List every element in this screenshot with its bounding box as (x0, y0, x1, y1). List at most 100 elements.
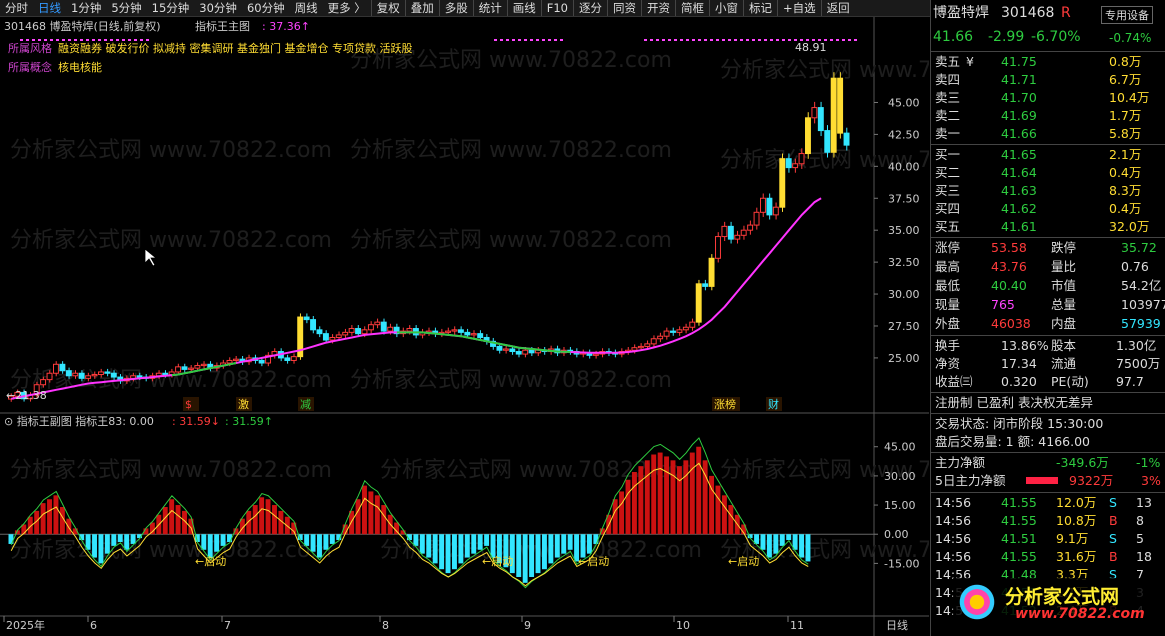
sub-bar-73 (477, 534, 483, 550)
toolbar-21[interactable]: +自选 (776, 0, 821, 16)
stat2-row-2-c1: 0.320 (1001, 374, 1037, 389)
toolbar-15[interactable]: 逐分 (572, 0, 607, 16)
sub-bar-96 (625, 479, 631, 535)
panel-sep (931, 413, 1165, 414)
ask-row-2-c0: 卖三 (935, 90, 961, 105)
candle-106 (689, 321, 696, 328)
ask-row-0-c1: ¥ (966, 54, 974, 69)
toolbar-14[interactable]: F10 (540, 0, 573, 16)
stat-row-0-c1: 53.58 (991, 240, 1027, 255)
candle-48 (316, 329, 323, 335)
toolbar-10[interactable]: 叠加 (404, 0, 439, 16)
xlabel-3: 8 (382, 619, 389, 632)
panel-sep (931, 492, 1165, 493)
price-row-c0: 41.66 (933, 29, 974, 45)
candle-77 (502, 348, 509, 351)
candle-101 (657, 335, 664, 340)
dot-row-782 (782, 39, 785, 41)
candle-24 (162, 372, 169, 376)
candle-34 (226, 359, 233, 364)
toolbar-11[interactable]: 多股 (438, 0, 473, 16)
toolbar-6[interactable]: 60分钟 (242, 0, 290, 16)
sub-bar-80 (522, 534, 528, 583)
stat-row-4: 外盘 46038 内盘 57939 (931, 315, 1165, 333)
stat2-row-1: 净资 17.34 流通 7500万 (931, 355, 1165, 373)
ask-row-3-c2: 41.69 (1001, 108, 1037, 123)
toolbar-2[interactable]: 1分钟 (66, 0, 106, 16)
candle-62 (406, 328, 413, 332)
sub-bar-101 (657, 452, 663, 535)
stat2-row-0-c2: 股本 (1051, 338, 1077, 353)
toolbar-1[interactable]: 日线 (33, 0, 66, 16)
toolbar-20[interactable]: 标记 (742, 0, 777, 16)
sub-bar-69 (451, 534, 457, 570)
marker-3: 涨榜 (714, 397, 736, 411)
bid-row-1-c0: 买二 (935, 165, 961, 180)
ylabel-5: 32.50 (888, 256, 920, 269)
toolbar-7[interactable]: 周线 (290, 0, 323, 16)
toolbar-19[interactable]: 小窗 (708, 0, 743, 16)
dot-row-740 (740, 39, 743, 41)
watermark-12: 分析家公式网 www.70822.com (10, 538, 332, 563)
toolbar-12[interactable]: 统计 (472, 0, 507, 16)
trade-status: 交易状态: 闭市阶段 15:30:00 (931, 415, 1165, 433)
stat2-row-1-c1: 17.34 (1001, 356, 1037, 371)
sub-bar-38 (252, 505, 258, 535)
toolbar-9[interactable]: 复权 (370, 0, 405, 16)
candle-10 (72, 372, 79, 377)
sub-bar-17 (117, 534, 123, 542)
toolbar-22[interactable]: 返回 (820, 0, 855, 16)
candle-30 (200, 363, 207, 367)
start-label-1: ←启动 (482, 555, 513, 568)
toolbar-17[interactable]: 开资 (640, 0, 675, 16)
toolbar-5[interactable]: 30分钟 (194, 0, 242, 16)
dot-row-524 (524, 39, 527, 41)
sub-ylabel-4: -15.00 (884, 557, 919, 570)
dot-row-56 (56, 39, 59, 41)
dot-row-530 (530, 39, 533, 41)
toolbar-3[interactable]: 5分钟 (106, 0, 146, 16)
sub-bar-100 (651, 454, 657, 535)
chart-canvas: 分析家公式网 www.70822.com 分析家公式网 www.70822.com… (0, 17, 929, 636)
xaxis-right: 日线 (886, 618, 908, 632)
tick-row-2-c4: 5 (1136, 531, 1144, 546)
toolbar-8[interactable]: 更多 〉 (323, 0, 371, 16)
sub-bar-118 (766, 534, 772, 558)
bid-row-2: 买三 41.63 8.3万 (931, 182, 1165, 200)
tick-row-3-c2: 31.6万 (1056, 549, 1097, 564)
candle-68 (445, 330, 451, 333)
dot-row-746 (746, 39, 749, 41)
tick-row-1-c0: 14:56 (935, 513, 972, 528)
dot-row-662 (662, 39, 665, 41)
dot-row-704 (704, 39, 707, 41)
candle-57 (374, 321, 381, 326)
toolbar-0[interactable]: 分时 (0, 0, 33, 16)
ask-row-4-c2: 41.66 (1001, 126, 1037, 141)
candle-99 (644, 343, 651, 347)
stat2-row-2-c2: PE(动) (1051, 374, 1089, 389)
period-toolbar: 分时 日线 1分钟 5分钟 15分钟 30分钟 60分钟 周线 更多 〉复权 叠加 多股 统计 画线 F1… (0, 0, 930, 17)
toolbar-4[interactable]: 15分钟 (147, 0, 195, 16)
candle-14 (97, 371, 104, 376)
tick-row-1-c4: 8 (1136, 513, 1144, 528)
stat2-row-0-c1: 13.86% (1001, 338, 1049, 353)
sub-bar-24 (162, 507, 168, 535)
ylabel-6: 30.00 (888, 288, 920, 301)
ask-row-1-c0: 卖四 (935, 72, 961, 87)
toolbar-16[interactable]: 同资 (606, 0, 641, 16)
dot-row-92 (92, 39, 95, 41)
candle-81 (528, 349, 535, 354)
concept-label: 所属概念 (8, 60, 52, 74)
toolbar-13[interactable]: 画线 (506, 0, 541, 16)
dot-row-104 (104, 39, 107, 41)
sector-button[interactable]: 专用设备 (1101, 6, 1153, 24)
candle-79 (515, 351, 522, 355)
sub-bar-33 (220, 534, 226, 546)
ask-row-2-c3: 10.4万 (1109, 90, 1150, 105)
toolbar-18[interactable]: 简框 (674, 0, 709, 16)
dot-row-80 (80, 39, 83, 41)
candle-103 (670, 330, 676, 333)
candle-20 (136, 375, 143, 378)
stat-row-2-c2: 市值 (1051, 278, 1077, 293)
ylabel-4: 35.00 (888, 224, 920, 237)
